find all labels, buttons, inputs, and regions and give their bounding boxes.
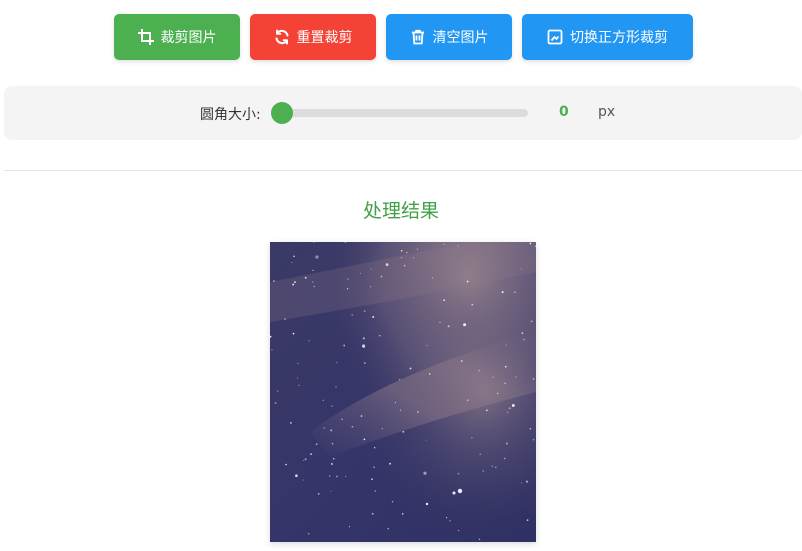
corner-radius-label: 圆角大小: bbox=[200, 107, 261, 123]
page: 裁剪图片 重置裁剪 清空图片 切换正方形裁剪 圆角大小: 0 px 处理结果 bbox=[0, 0, 802, 551]
refresh-icon bbox=[275, 29, 288, 45]
clear-image-button-label: 清空图片 bbox=[432, 30, 489, 46]
corner-radius-slider-thumb[interactable] bbox=[271, 102, 293, 124]
crop-button[interactable]: 裁剪图片 bbox=[114, 14, 240, 60]
clear-image-button[interactable]: 清空图片 bbox=[386, 14, 512, 60]
result-image bbox=[270, 242, 536, 542]
toolbar: 裁剪图片 重置裁剪 清空图片 切换正方形裁剪 bbox=[114, 14, 693, 60]
corner-radius-value: 0 bbox=[559, 104, 569, 120]
trash-icon bbox=[411, 29, 424, 45]
crop-icon bbox=[137, 29, 154, 45]
corner-radius-unit: px bbox=[598, 104, 616, 120]
crop-button-label: 裁剪图片 bbox=[160, 30, 217, 46]
square-crop-icon bbox=[547, 29, 563, 45]
reset-crop-button-label: 重置裁剪 bbox=[296, 30, 353, 46]
result-title: 处理结果 bbox=[362, 200, 439, 222]
corner-radius-slider[interactable] bbox=[271, 102, 528, 124]
toggle-square-crop-button-label: 切换正方形裁剪 bbox=[570, 30, 668, 46]
starry-night-sky-photo bbox=[270, 242, 536, 542]
toggle-square-crop-button[interactable]: 切换正方形裁剪 bbox=[522, 14, 693, 60]
section-divider bbox=[4, 170, 802, 171]
reset-crop-button[interactable]: 重置裁剪 bbox=[250, 14, 376, 60]
corner-radius-panel: 圆角大小: 0 px bbox=[4, 86, 802, 140]
